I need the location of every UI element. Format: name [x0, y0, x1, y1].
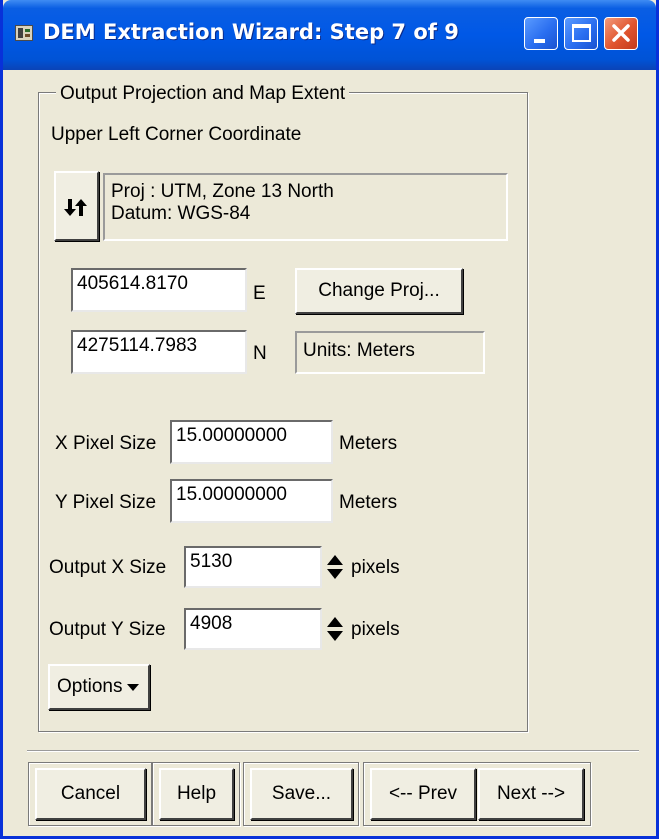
- output-x-size-input[interactable]: 5130: [184, 546, 322, 588]
- swap-arrows-icon: [64, 199, 87, 216]
- output-x-size-label: Output X Size: [49, 557, 167, 578]
- corner-coordinate-label: Upper Left Corner Coordinate: [51, 124, 302, 145]
- change-proj-button[interactable]: Change Proj...: [295, 268, 463, 314]
- projection-text: Proj : UTM, Zone 13 North: [111, 181, 334, 202]
- chevron-down-icon: [127, 684, 140, 691]
- options-label: Options: [57, 676, 123, 697]
- northing-suffix: N: [253, 343, 267, 364]
- minimize-icon: [534, 39, 545, 43]
- units-display: Units: Meters: [295, 331, 485, 374]
- x-pixel-size-unit: Meters: [339, 433, 398, 454]
- maximize-button[interactable]: [564, 17, 598, 50]
- swap-coordinate-button[interactable]: [54, 171, 99, 241]
- group-legend: Output Projection and Map Extent: [56, 83, 350, 105]
- datum-text: Datum: WGS-84: [111, 203, 251, 224]
- options-button[interactable]: Options: [48, 664, 150, 710]
- output-x-size-unit: pixels: [351, 557, 400, 578]
- help-button[interactable]: Help: [159, 768, 234, 820]
- y-pixel-size-unit: Meters: [339, 492, 398, 513]
- northing-input[interactable]: 4275114.7983: [71, 330, 247, 374]
- y-pixel-size-label: Y Pixel Size: [55, 492, 157, 513]
- close-button[interactable]: [604, 17, 638, 50]
- window-title: DEM Extraction Wizard: Step 7 of 9: [43, 20, 459, 44]
- next-button[interactable]: Next -->: [478, 768, 584, 820]
- minimize-button[interactable]: [524, 17, 558, 50]
- projection-info-box: Proj : UTM, Zone 13 North Datum: WGS-84: [103, 173, 508, 241]
- app-icon[interactable]: [15, 25, 33, 41]
- title-bar[interactable]: DEM Extraction Wizard: Step 7 of 9: [3, 0, 656, 70]
- close-icon: [612, 24, 630, 42]
- maximize-icon: [572, 24, 591, 42]
- output-y-size-unit: pixels: [351, 619, 400, 640]
- x-size-spinner-icon[interactable]: [325, 553, 345, 581]
- save-button[interactable]: Save...: [250, 768, 353, 820]
- easting-input[interactable]: 405614.8170: [71, 268, 247, 312]
- easting-suffix: E: [253, 283, 266, 304]
- y-pixel-size-input[interactable]: 15.00000000: [170, 479, 333, 523]
- output-y-size-label: Output Y Size: [49, 619, 166, 640]
- wizard-window: DEM Extraction Wizard: Step 7 of 9 Outpu…: [0, 0, 659, 839]
- y-size-spinner-icon[interactable]: [325, 615, 345, 643]
- cancel-button[interactable]: Cancel: [35, 768, 146, 820]
- footer-separator: [27, 750, 639, 752]
- x-pixel-size-input[interactable]: 15.00000000: [170, 420, 333, 464]
- x-pixel-size-label: X Pixel Size: [55, 433, 157, 454]
- output-y-size-input[interactable]: 4908: [184, 608, 322, 650]
- prev-button[interactable]: <-- Prev: [370, 768, 476, 820]
